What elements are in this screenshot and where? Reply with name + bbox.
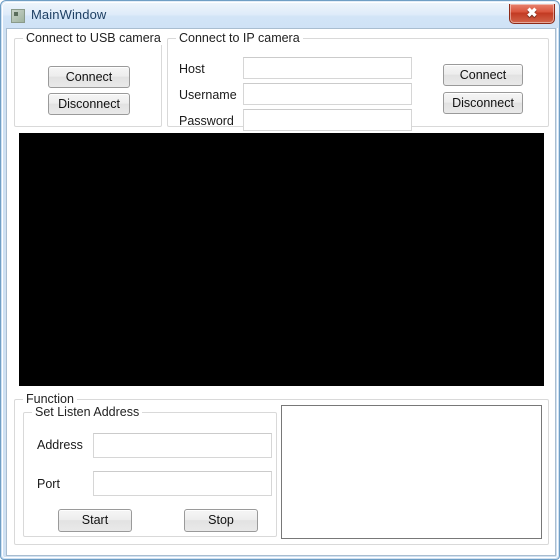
function-group-title: Function	[23, 392, 77, 406]
port-label: Port	[37, 477, 60, 491]
set-listen-address-title: Set Listen Address	[32, 405, 143, 419]
usb-disconnect-button[interactable]: Disconnect	[48, 93, 130, 115]
address-input[interactable]	[93, 433, 272, 458]
close-button[interactable]: ✖	[509, 4, 555, 24]
password-label: Password	[179, 114, 234, 128]
window-title: MainWindow	[31, 7, 107, 22]
usb-connect-button[interactable]: Connect	[48, 66, 130, 88]
address-label: Address	[37, 438, 83, 452]
username-label: Username	[179, 88, 237, 102]
close-icon: ✖	[526, 5, 538, 20]
main-window: MainWindow ✖ Connect to USB camera Conne…	[0, 0, 560, 560]
client-area: Connect to USB camera Connect Disconnect…	[6, 28, 556, 556]
ip-connect-button[interactable]: Connect	[443, 64, 523, 86]
ip-camera-group-title: Connect to IP camera	[176, 31, 303, 45]
title-bar: MainWindow ✖	[3, 3, 559, 28]
camera-preview[interactable]	[19, 133, 544, 386]
host-input[interactable]	[243, 57, 412, 79]
username-input[interactable]	[243, 83, 412, 105]
stop-button[interactable]: Stop	[184, 509, 258, 532]
ip-disconnect-button[interactable]: Disconnect	[443, 92, 523, 114]
port-input[interactable]	[93, 471, 272, 496]
app-window-icon	[11, 9, 25, 23]
log-output-textbox[interactable]	[281, 405, 542, 539]
usb-camera-group-title: Connect to USB camera	[23, 31, 164, 45]
host-label: Host	[179, 62, 205, 76]
ip-camera-group: Connect to IP camera Host Username Passw…	[167, 31, 549, 131]
start-button[interactable]: Start	[58, 509, 132, 532]
set-listen-address-group: Set Listen Address Address Port Start St…	[23, 405, 277, 537]
password-input[interactable]	[243, 109, 412, 131]
usb-camera-group: Connect to USB camera Connect Disconnect	[14, 31, 164, 127]
